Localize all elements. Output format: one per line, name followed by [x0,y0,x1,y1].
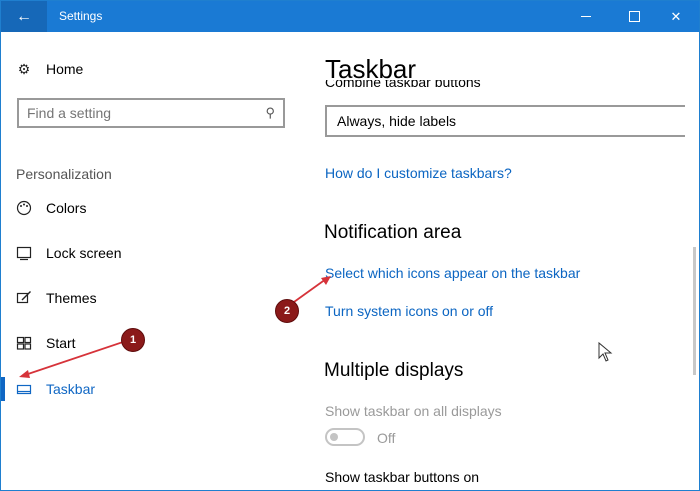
annotation-badge-1: 1 [121,328,145,352]
settings-window: ← Settings ✕ ⚙ Home ⚲ Personalization Co… [0,0,700,491]
annotation-badge-2: 2 [275,299,299,323]
annotation-arrows [19,276,331,378]
